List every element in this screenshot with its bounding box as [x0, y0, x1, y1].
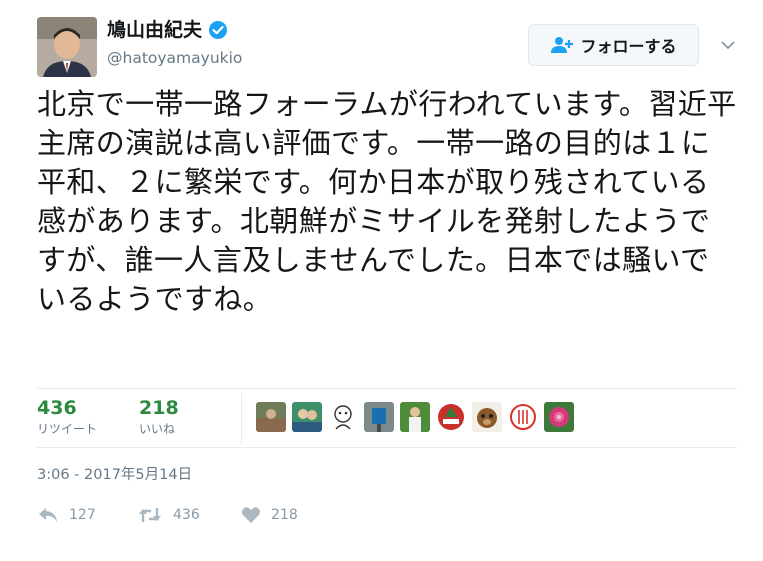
retweet-label: リツイート: [37, 422, 98, 436]
like-action-count: 218: [271, 507, 298, 523]
tweet-timestamp[interactable]: 3:06 - 2017年5月14日: [37, 465, 192, 485]
display-name-text[interactable]: 鳩山由紀夫: [107, 17, 202, 43]
follow-button-label: フォローする: [580, 37, 677, 56]
display-name[interactable]: 鳩山由紀夫: [107, 17, 228, 43]
reply-icon: [37, 506, 59, 524]
stat-separator: [241, 393, 242, 445]
username[interactable]: @hatoyamayukio: [107, 47, 242, 69]
liker-avatar[interactable]: [544, 402, 574, 432]
liker-avatar[interactable]: [400, 402, 430, 432]
retweet-icon: [137, 506, 163, 524]
retweet-count: 436: [37, 397, 77, 419]
liker-avatars: [256, 402, 574, 432]
like-button[interactable]: 218: [241, 506, 298, 524]
liker-avatar[interactable]: [328, 402, 358, 432]
liker-avatar[interactable]: [472, 402, 502, 432]
liker-avatar[interactable]: [256, 402, 286, 432]
like-count: 218: [139, 397, 179, 419]
liker-avatar[interactable]: [508, 402, 538, 432]
like-stat[interactable]: 218 いいね: [139, 396, 179, 438]
retweet-stat[interactable]: 436 リツイート: [37, 396, 97, 438]
avatar[interactable]: [37, 17, 97, 77]
divider: [37, 388, 737, 389]
reply-button[interactable]: 127: [37, 506, 96, 524]
person-add-icon: [550, 36, 574, 54]
chevron-down-icon[interactable]: [719, 37, 737, 51]
like-label: いいね: [139, 422, 176, 436]
verified-badge-icon: [208, 20, 228, 40]
liker-avatar[interactable]: [364, 402, 394, 432]
tweet-text: 北京で一帯一路フォーラムが行われています。習近平主席の演説は高い評価です。一帯一…: [37, 87, 737, 316]
liker-avatar[interactable]: [436, 402, 466, 432]
reply-count: 127: [69, 507, 96, 523]
heart-icon: [241, 506, 261, 524]
retweet-button[interactable]: 436: [137, 506, 200, 524]
divider: [37, 447, 737, 448]
follow-button[interactable]: フォローする: [528, 24, 699, 66]
liker-avatar[interactable]: [292, 402, 322, 432]
retweet-action-count: 436: [173, 507, 200, 523]
